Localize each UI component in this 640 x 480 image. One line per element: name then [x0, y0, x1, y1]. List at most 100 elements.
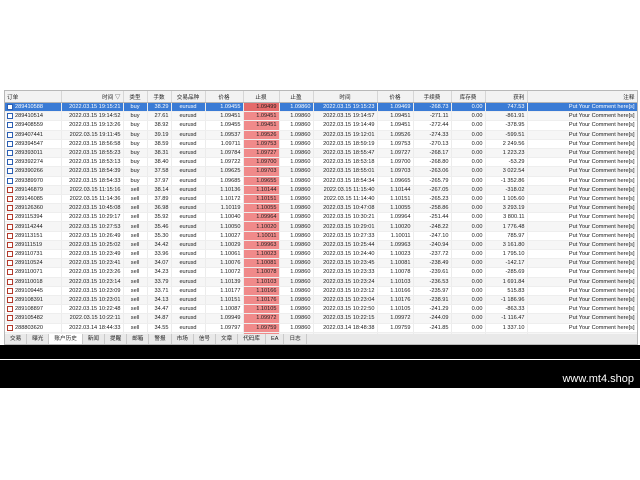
cell-lots: 34.42	[147, 240, 172, 251]
table-row[interactable]: 289110524 2022.03.15 10:23:41 sell 34.07 eur…	[5, 258, 637, 269]
table-row[interactable]: 289390266 2022.03.15 18:54:39 buy 37.58 euru…	[5, 166, 637, 177]
table-row[interactable]: 288803620 2022.03.14 18:44:33 sell 34.55 eur…	[5, 323, 637, 333]
cell-lots: 38.14	[147, 185, 172, 195]
table-row[interactable]: 289109445 2022.03.15 10:23:09 sell 33.71 eur…	[5, 286, 637, 296]
tab-3[interactable]: 新闻	[83, 334, 105, 344]
cell-close-time: 2022.03.15 19:14:49	[313, 120, 378, 131]
tab-12[interactable]: 日志	[284, 334, 307, 344]
header-take-profit[interactable]: 止盈	[279, 91, 314, 103]
cell-profit: -53.29	[485, 157, 528, 168]
table-row[interactable]: 289146879 2022.03.15 11:15:16 sell 38.14 eur…	[5, 185, 637, 195]
cell-lots: 33.96	[147, 249, 172, 260]
cell-commission: -241.29	[413, 304, 452, 315]
cell-ticket: 289105482	[5, 313, 62, 324]
cell-profit: -1 352.86	[485, 176, 528, 186]
sell-order-icon	[7, 269, 13, 276]
cell-symbol: eurusd	[171, 194, 206, 205]
table-row[interactable]: 289105482 2022.03.15 10:22:11 sell 34.87 eur…	[5, 313, 637, 324]
cell-commission: -272.44	[413, 120, 452, 131]
cell-ticket: 289146879	[5, 185, 62, 195]
cell-ticket: 289113151	[5, 231, 62, 241]
table-row[interactable]: 289392274 2022.03.15 18:53:13 buy 38.40 euru…	[5, 157, 637, 168]
cell-comment: Put Your Comment here[s]	[527, 120, 637, 131]
table-row[interactable]: 289389970 2022.03.15 18:54:33 buy 37.97 euru…	[5, 176, 637, 186]
cell-open-price: 1.10061	[205, 249, 244, 260]
header-profit[interactable]: 获利	[485, 91, 528, 103]
ticket-number: 289408559	[15, 122, 43, 129]
tab-6[interactable]: 警报	[149, 334, 172, 344]
header-lots[interactable]: 手数	[147, 91, 172, 103]
cell-profit: 747.53	[485, 102, 528, 113]
header-type[interactable]: 类型	[123, 91, 148, 103]
header-stop-loss[interactable]: 止损	[243, 91, 280, 103]
table-row[interactable]: 289394547 2022.03.15 18:56:58 buy 38.59 euru…	[5, 139, 637, 149]
tab-10[interactable]: 代码库	[238, 334, 267, 344]
header-open-price[interactable]: 价格	[205, 91, 244, 103]
header-symbol[interactable]: 交易品种	[171, 91, 206, 103]
header-close-time[interactable]: 时间	[313, 91, 378, 103]
table-row[interactable]: 289126360 2022.03.15 10:45:08 sell 36.98 eur…	[5, 203, 637, 214]
cell-stop-loss: 1.09655	[243, 176, 280, 186]
cell-profit: -142.17	[485, 258, 528, 269]
ticket-wrap: 289110731	[7, 250, 59, 258]
table-row[interactable]: 289113151 2022.03.15 10:26:49 sell 35.30 eur…	[5, 231, 637, 241]
cell-commission: -238.91	[413, 295, 452, 306]
tab-11[interactable]: EA	[266, 334, 285, 344]
table-row[interactable]: 289146085 2022.03.15 11:14:36 sell 37.89 eur…	[5, 194, 637, 205]
tab-2[interactable]: 账户历史	[49, 334, 83, 344]
ticket-wrap: 289392274	[7, 158, 59, 166]
table-row[interactable]: 289110018 2022.03.15 10:23:14 sell 33.79 eur…	[5, 277, 637, 287]
tab-4[interactable]: 提醒	[105, 334, 128, 344]
table-row[interactable]: 289408559 2022.03.15 19:13:26 buy 38.92 euru…	[5, 120, 637, 131]
tab-7[interactable]: 市场	[172, 334, 194, 344]
table-row[interactable]: 289407441 2022.03.15 19:11:45 buy 39.19 euru…	[5, 130, 637, 140]
tab-0[interactable]: 交易	[5, 334, 28, 344]
cell-take-profit: 1.09860	[279, 166, 314, 177]
table-row[interactable]: 289410588 2022.03.15 19:15:21 buy 38.29 euru…	[5, 102, 637, 113]
cell-lots: 38.29	[147, 102, 172, 113]
header-commission[interactable]: 手续费	[413, 91, 452, 103]
table-row[interactable]: 289108391 2022.03.15 10:23:01 sell 34.13 eur…	[5, 295, 637, 306]
cell-open-time: 2022.03.15 19:14:52	[61, 111, 124, 122]
cell-open-time: 2022.03.15 18:54:33	[61, 176, 124, 186]
tab-8[interactable]: 信号	[194, 334, 217, 344]
cell-profit: 3 800.11	[485, 212, 528, 223]
cell-open-time: 2022.03.15 10:22:48	[61, 304, 124, 315]
tab-1[interactable]: 曝光	[27, 334, 50, 344]
header-open-time[interactable]: 时间 ▽	[61, 91, 124, 103]
sell-order-icon	[7, 315, 13, 322]
cell-commission: -236.53	[413, 277, 452, 287]
cell-symbol: eurusd	[171, 157, 206, 168]
cell-lots: 38.59	[147, 139, 172, 149]
table-row[interactable]: 289410514 2022.03.15 19:14:52 buy 27.61 euru…	[5, 111, 637, 122]
table-row[interactable]: 289393011 2022.03.15 18:55:23 buy 38.31 euru…	[5, 148, 637, 159]
cell-take-profit: 1.09860	[279, 249, 314, 260]
cell-close-price: 1.09703	[377, 166, 414, 177]
table-row[interactable]: 289110071 2022.03.15 10:23:26 sell 34.23 eur…	[5, 267, 637, 278]
header-swap[interactable]: 库存费	[451, 91, 486, 103]
cell-ticket: 289110071	[5, 267, 62, 278]
ticket-wrap: 289110071	[7, 268, 59, 276]
cell-close-price: 1.10055	[377, 203, 414, 214]
tab-5[interactable]: 邮箱	[127, 334, 150, 344]
cell-comment: Put Your Comment here[s]	[527, 148, 637, 159]
sell-order-icon	[7, 205, 13, 212]
header-ticket[interactable]: 订单	[5, 91, 62, 103]
table-row[interactable]: 289115394 2022.03.15 10:29:17 sell 35.92 eur…	[5, 212, 637, 223]
cell-open-time: 2022.03.15 10:23:41	[61, 258, 124, 269]
table-row[interactable]: 289110731 2022.03.15 10:23:49 sell 33.96 eur…	[5, 249, 637, 260]
cell-ticket: 289407441	[5, 130, 62, 140]
table-row[interactable]: 289108897 2022.03.15 10:22:48 sell 34.47 eur…	[5, 304, 637, 315]
header-comment[interactable]: 注释	[527, 91, 637, 103]
cell-commission: -238.49	[413, 258, 452, 269]
table-row[interactable]: 289111519 2022.03.15 10:25:02 sell 34.42 eur…	[5, 240, 637, 251]
cell-open-price: 1.10050	[205, 221, 244, 232]
cell-open-price: 1.09537	[205, 130, 244, 140]
cell-profit: 3 161.80	[485, 240, 528, 251]
tab-9[interactable]: 文章	[216, 334, 239, 344]
table-row[interactable]: 289114244 2022.03.15 10:27:53 sell 35.46 eur…	[5, 221, 637, 232]
cell-symbol: eurusd	[171, 120, 206, 131]
cell-stop-loss: 1.09499	[243, 102, 280, 113]
cell-take-profit: 1.09860	[279, 295, 314, 306]
header-close-price[interactable]: 价格	[377, 91, 414, 103]
